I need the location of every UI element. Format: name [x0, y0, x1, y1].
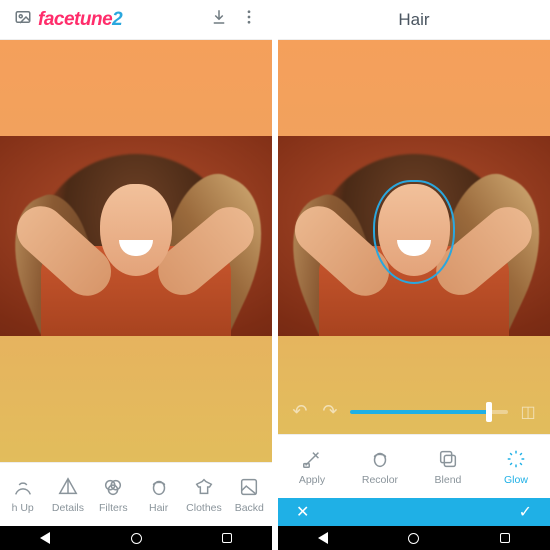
confirm-bar: ✕ ✓: [278, 498, 550, 526]
tool-blend[interactable]: Blend: [426, 448, 470, 486]
tool-label: Blend: [435, 474, 462, 486]
tool-glow[interactable]: Glow: [494, 448, 538, 486]
tool-clothes[interactable]: Clothes: [182, 476, 226, 514]
tool-label: h Up: [12, 502, 34, 514]
main-toolbar[interactable]: h Up Details Filters Hair Clothes Backd: [0, 462, 272, 526]
tool-label: Apply: [299, 474, 325, 486]
tool-hair[interactable]: Hair: [137, 476, 181, 514]
app-brand: facetune2: [38, 9, 122, 31]
intensity-row: ↶ ↷ ◫: [278, 401, 550, 422]
tool-recolor[interactable]: Recolor: [358, 448, 402, 486]
nav-back[interactable]: [40, 532, 50, 544]
edit-canvas-hair[interactable]: ↶ ↷ ◫: [278, 40, 550, 434]
cancel-button[interactable]: ✕: [296, 502, 309, 522]
intensity-slider[interactable]: [350, 402, 508, 422]
undo-icon[interactable]: ↶: [290, 401, 310, 422]
more-vert-icon[interactable]: [234, 8, 264, 31]
screen-main: facetune2 h Up Details: [0, 0, 272, 550]
media-picker-icon[interactable]: [8, 8, 38, 31]
android-navbar: [278, 526, 550, 550]
screen-hair: Hair ↶ ↷ ◫ Apply: [278, 0, 550, 550]
brand-part2: 2: [112, 9, 122, 30]
tool-label: Backd: [235, 502, 264, 514]
nav-back[interactable]: [318, 532, 328, 544]
topbar-main: facetune2: [0, 0, 272, 40]
tool-details[interactable]: Details: [46, 476, 90, 514]
tool-label: Clothes: [186, 502, 222, 514]
edit-canvas-main[interactable]: [0, 40, 272, 462]
tool-label: Recolor: [362, 474, 398, 486]
tool-backdrop[interactable]: Backd: [227, 476, 271, 514]
tool-label: Glow: [504, 474, 528, 486]
tool-filters[interactable]: Filters: [91, 476, 135, 514]
topbar-hair: Hair: [278, 0, 550, 40]
tool-label: Hair: [149, 502, 168, 514]
download-icon[interactable]: [204, 8, 234, 31]
nav-recent[interactable]: [500, 533, 510, 543]
tool-label: Filters: [99, 502, 128, 514]
brand-part1: facetune: [38, 9, 112, 30]
redo-icon[interactable]: ↷: [320, 401, 340, 422]
hair-toolbar[interactable]: Apply Recolor Blend Glow: [278, 434, 550, 498]
nav-home[interactable]: [408, 533, 419, 544]
page-title: Hair: [286, 10, 542, 30]
tool-label: Details: [52, 502, 84, 514]
slider-fill: [350, 410, 489, 414]
tool-apply[interactable]: Apply: [290, 448, 334, 486]
photo-hair: [278, 136, 550, 336]
android-navbar: [0, 526, 272, 550]
nav-home[interactable]: [131, 533, 142, 544]
compare-icon[interactable]: ◫: [518, 402, 538, 422]
nav-recent[interactable]: [222, 533, 232, 543]
confirm-button[interactable]: ✓: [519, 502, 532, 522]
tool-touchup[interactable]: h Up: [1, 476, 45, 514]
slider-thumb[interactable]: [486, 402, 492, 422]
photo-main: [0, 136, 272, 336]
